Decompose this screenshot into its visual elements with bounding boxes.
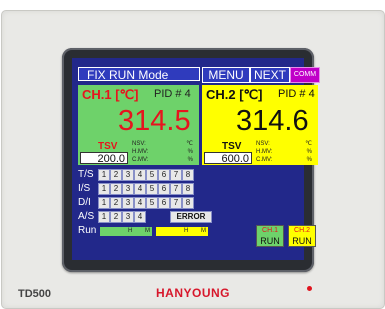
ch2-nsv-label: NSV:	[256, 141, 270, 147]
ch1-label: CH.1 [℃]	[82, 87, 139, 102]
grid-cell[interactable]: 4	[134, 169, 146, 181]
grid-cell[interactable]: 2	[110, 169, 122, 181]
grid-row-label: A/S	[78, 211, 95, 222]
ch1-run-top: CH.1	[262, 227, 278, 234]
grid-cell[interactable]: 3	[122, 169, 134, 181]
error-indicator[interactable]: ERROR	[170, 211, 212, 223]
grid-cell[interactable]: 4	[134, 211, 146, 223]
ch2-unit-pct1: %	[306, 149, 312, 155]
lcd-screen: FIX RUN Mode MENU NEXT COMM CH.1 [℃] PID…	[72, 58, 320, 260]
ch1-nsv-label: NSV:	[132, 141, 146, 147]
ch1-unit-c: ℃	[186, 141, 193, 147]
grid-row-label: T/S	[78, 169, 94, 180]
ch2-mini-labels: NSV: H.MV: C.MV:	[256, 140, 272, 164]
ch2-panel: CH.2 [℃] PID # 4 314.6 TSV 600.0 NSV: H.…	[202, 85, 318, 165]
ch2-pid: PID # 4	[278, 88, 315, 100]
ch2-bar-m: M	[201, 228, 206, 234]
ch2-pv: 314.6	[236, 105, 309, 137]
grid-cell[interactable]: 5	[146, 169, 158, 181]
run-label: Run	[78, 225, 97, 236]
brand-logo: HANYOUNG	[156, 286, 231, 300]
status-led-icon	[307, 286, 312, 291]
ch2-run-bar: H M	[156, 227, 208, 236]
next-button[interactable]: NEXT	[250, 67, 290, 83]
grid-cell[interactable]: 7	[170, 197, 182, 209]
grid-cell[interactable]: 8	[182, 169, 194, 181]
ch2-label: CH.2 [℃]	[206, 87, 263, 102]
ch1-run-bar: H M	[100, 227, 152, 236]
ch1-run-button[interactable]: CH.1 RUN	[256, 225, 284, 247]
ch1-panel: CH.1 [℃] PID # 4 314.5 TSV 200.0 NSV: H.…	[78, 85, 199, 165]
grid-cell[interactable]: 6	[158, 183, 170, 195]
grid-cell[interactable]: 6	[158, 197, 170, 209]
grid-cell[interactable]: 1	[98, 197, 110, 209]
grid-cell[interactable]: 5	[146, 197, 158, 209]
grid-cell[interactable]: 8	[182, 183, 194, 195]
grid-row-label: I/S	[78, 183, 91, 194]
grid-cell[interactable]: 5	[146, 183, 158, 195]
ch1-bar-m: M	[145, 228, 150, 234]
ch1-tsv-label: TSV	[98, 141, 118, 152]
ch2-unit-c: ℃	[305, 141, 312, 147]
grid-cell[interactable]: 3	[122, 211, 134, 223]
grid-cell[interactable]: 1	[98, 183, 110, 195]
ch2-run-bottom: RUN	[292, 236, 312, 246]
ch2-unit-pct2: %	[306, 157, 312, 163]
grid-cell[interactable]: 6	[158, 169, 170, 181]
ch1-pid: PID # 4	[154, 88, 191, 100]
ch2-run-top: CH.2	[294, 227, 310, 234]
ch1-pv: 314.5	[118, 105, 191, 137]
mode-title: FIX RUN Mode	[78, 67, 200, 82]
grid-cell[interactable]: 4	[134, 183, 146, 195]
grid-cell[interactable]: 8	[182, 197, 194, 209]
ch1-run-bottom: RUN	[260, 236, 280, 246]
grid-cell[interactable]: 4	[134, 197, 146, 209]
grid-cell[interactable]: 7	[170, 183, 182, 195]
ch2-run-button[interactable]: CH.2 RUN	[288, 225, 316, 247]
grid-cell[interactable]: 2	[110, 211, 122, 223]
ch1-bar-h: H	[128, 228, 133, 234]
model-label: TD500	[18, 288, 52, 300]
ch2-units: ℃ % %	[305, 140, 312, 164]
grid-cell[interactable]: 1	[98, 169, 110, 181]
ch1-hmv-label: H.MV:	[132, 149, 149, 155]
ch1-sv-field[interactable]: 200.0	[80, 152, 128, 165]
grid-cell[interactable]: 3	[122, 183, 134, 195]
ch2-cmv-label: C.MV:	[256, 157, 273, 163]
grid-row-label: D/I	[78, 197, 91, 208]
grid-cell[interactable]: 2	[110, 197, 122, 209]
ch2-bar-h: H	[184, 228, 189, 234]
grid-cell[interactable]: 3	[122, 197, 134, 209]
ch1-cmv-label: C.MV:	[132, 157, 149, 163]
menu-button[interactable]: MENU	[202, 67, 250, 83]
ch1-unit-pct2: %	[187, 157, 193, 163]
grid-cell[interactable]: 1	[98, 211, 110, 223]
grid-cell[interactable]: 7	[170, 169, 182, 181]
ch2-hmv-label: H.MV:	[256, 149, 273, 155]
comm-button[interactable]: COMM	[290, 67, 320, 83]
ch1-units: ℃ % %	[186, 140, 193, 164]
grid-cell[interactable]: 2	[110, 183, 122, 195]
ch1-mini-labels: NSV: H.MV: C.MV:	[132, 140, 148, 164]
ch1-unit-pct1: %	[187, 149, 193, 155]
ch2-tsv-label: TSV	[222, 141, 242, 152]
ch2-sv-field[interactable]: 600.0	[204, 152, 252, 165]
